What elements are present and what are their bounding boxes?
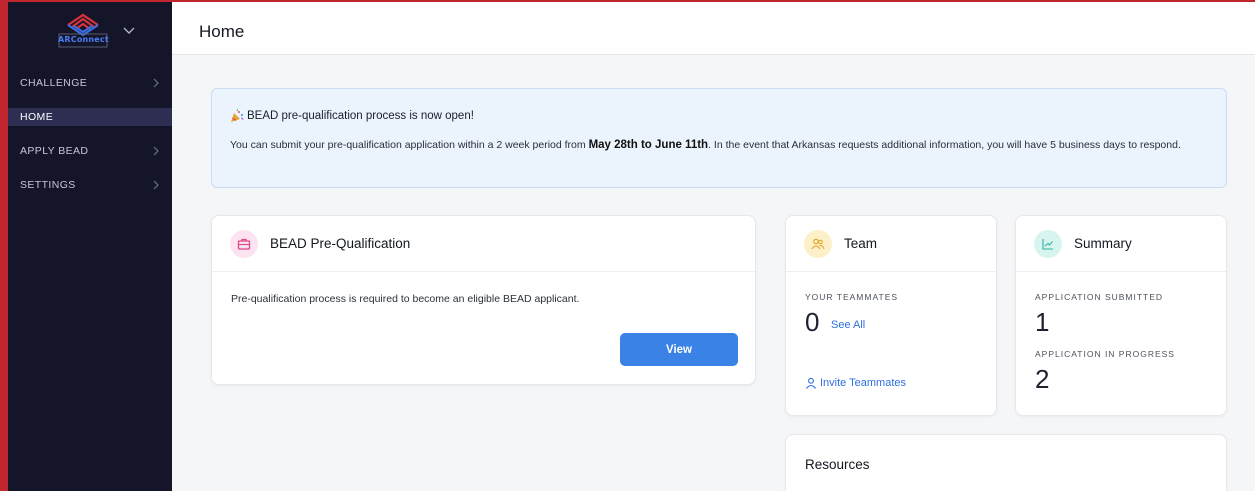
sidebar-nav: CHALLENGE HOME APPLY BEAD SETTINGS	[8, 74, 172, 210]
card-title: Team	[844, 236, 878, 251]
chevron-right-icon	[153, 180, 159, 190]
sidebar-item-home[interactable]: HOME	[8, 108, 172, 126]
prequalification-card: BEAD Pre-Qualification Pre-qualification…	[211, 215, 756, 385]
invite-teammates-link[interactable]: Invite Teammates	[805, 377, 906, 389]
party-popper-icon	[231, 109, 244, 122]
briefcase-icon	[230, 229, 258, 258]
invite-teammates-label: Invite Teammates	[820, 377, 907, 389]
banner-body-prefix: You can submit your pre-qualification ap…	[230, 139, 589, 151]
banner-title-row: BEAD pre-qualification process is now op…	[230, 109, 1208, 123]
sidebar-item-settings[interactable]: SETTINGS	[8, 176, 172, 194]
banner-body: You can submit your pre-qualification ap…	[230, 136, 1208, 155]
in-progress-count: 2	[1035, 364, 1050, 394]
submitted-count: 1	[1035, 307, 1050, 337]
card-header: Team	[786, 216, 996, 272]
card-title: Summary	[1074, 236, 1132, 251]
teammates-count: 0	[805, 307, 820, 337]
view-button[interactable]: View	[620, 333, 738, 366]
chevron-down-icon[interactable]	[123, 24, 135, 36]
line-chart-icon	[1034, 229, 1062, 258]
banner-title: BEAD pre-qualification process is now op…	[247, 110, 474, 122]
card-header: BEAD Pre-Qualification	[212, 216, 755, 272]
card-title: Resources	[805, 457, 870, 472]
resources-card: Resources	[785, 434, 1227, 491]
users-icon	[804, 229, 832, 258]
page-title: Home	[199, 22, 245, 41]
card-title: BEAD Pre-Qualification	[270, 236, 411, 251]
summary-card: Summary APPLICATION SUBMITTED 1 APPLICAT…	[1015, 215, 1227, 416]
see-all-link[interactable]: See All	[831, 319, 865, 331]
team-card: Team YOUR TEAMMATES 0 See All Invite Tea…	[785, 215, 997, 416]
sidebar-item-label: HOME	[20, 111, 54, 123]
chevron-right-icon	[153, 146, 159, 156]
sidebar-item-challenge[interactable]: CHALLENGE	[8, 74, 172, 92]
page-header: Home	[172, 2, 1255, 55]
in-progress-label: APPLICATION IN PROGRESS	[1035, 349, 1175, 359]
submitted-label: APPLICATION SUBMITTED	[1035, 292, 1164, 302]
banner-body-suffix: . In the event that Arkansas requests ad…	[708, 139, 1181, 151]
sidebar-item-label: APPLY BEAD	[20, 145, 89, 157]
banner-date-range: May 28th to June 11th	[588, 139, 709, 151]
sidebar: ARConnect CHALLENGE HOME APPLY BEAD SETT…	[8, 2, 172, 491]
announcement-banner: BEAD pre-qualification process is now op…	[211, 88, 1227, 188]
sidebar-item-label: CHALLENGE	[20, 77, 88, 89]
sidebar-item-label: SETTINGS	[20, 179, 76, 191]
chevron-right-icon	[153, 78, 159, 88]
user-icon	[806, 377, 816, 389]
card-description: Pre-qualification process is required to…	[231, 293, 580, 305]
sidebar-item-apply-bead[interactable]: APPLY BEAD	[8, 142, 172, 160]
teammates-label: YOUR TEAMMATES	[805, 292, 899, 302]
card-header: Summary	[1016, 216, 1226, 272]
logo-text: ARConnect	[58, 35, 109, 44]
logo-area: ARConnect	[8, 2, 172, 58]
